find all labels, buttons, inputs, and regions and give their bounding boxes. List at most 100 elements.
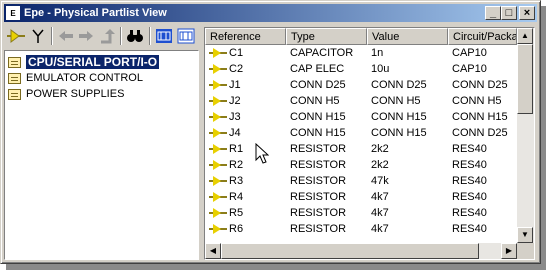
toolbar-separator (149, 27, 151, 45)
pcb-view-icon[interactable] (176, 26, 196, 46)
component-icon (209, 111, 227, 123)
cell-value: 1n (371, 47, 384, 59)
table-row[interactable]: C1 CAPACITOR 1n CAP10 (205, 45, 517, 61)
component-icon (209, 191, 227, 203)
cell-reference: R5 (205, 207, 286, 219)
cell-type: CONN H15 (290, 111, 346, 123)
horizontal-scrollbar[interactable]: ◀ ▶ (205, 243, 517, 259)
tree-item-label: POWER SUPPLIES (26, 88, 125, 100)
cell-reference: R1 (205, 143, 286, 155)
cell-package: RES40 (452, 159, 487, 171)
cell-value: 4k7 (371, 223, 389, 235)
vertical-scrollbar[interactable]: ▲ ▼ (517, 28, 534, 243)
partlist-table: Reference Type Value Circuit/Package C1 C… (204, 27, 535, 260)
net-view-icon[interactable] (28, 26, 48, 46)
cell-package: CONN H15 (452, 111, 508, 123)
tree-item-label: CPU/SERIAL PORT/I-O (26, 55, 160, 69)
cell-package: CONN D25 (452, 127, 508, 139)
cell-type: RESISTOR (290, 143, 347, 155)
cell-value: 4k7 (371, 207, 389, 219)
table-row[interactable]: R3 RESISTOR 47k RES40 (205, 173, 517, 189)
close-button[interactable]: × (519, 6, 535, 20)
cell-type: RESISTOR (290, 223, 347, 235)
table-row[interactable]: C2 CAP ELEC 10u CAP10 (205, 61, 517, 77)
scroll-left-button[interactable]: ◀ (205, 243, 221, 259)
folder-icon (8, 56, 21, 68)
section-tree: CPU/SERIAL PORT/I-O EMULATOR CONTROL POW… (4, 50, 199, 260)
table-row[interactable]: J1 CONN D25 CONN D25 CONN D25 (205, 77, 517, 93)
table-row[interactable]: R5 RESISTOR 4k7 RES40 (205, 205, 517, 221)
cell-type: RESISTOR (290, 207, 347, 219)
reference-text: C1 (229, 47, 244, 59)
cell-type: RESISTOR (290, 175, 347, 187)
forward-arrow-icon[interactable] (76, 26, 96, 46)
window-shadow-bottom (6, 263, 546, 270)
schematic-view-icon[interactable] (154, 26, 174, 46)
cell-type: RESISTOR (290, 191, 347, 203)
app-icon[interactable]: E (6, 6, 20, 20)
scroll-right-button[interactable]: ▶ (501, 243, 517, 259)
scroll-up-button[interactable]: ▲ (517, 28, 533, 44)
title-bar[interactable]: E Epe - Physical Partlist View _ □ × (4, 4, 537, 22)
scrollbar-corner (517, 243, 534, 259)
component-view-icon[interactable] (6, 26, 26, 46)
cell-value: 10u (371, 63, 390, 75)
column-header-type[interactable]: Type (286, 28, 367, 45)
reference-text: R6 (229, 223, 244, 235)
cell-package: RES40 (452, 143, 487, 155)
vertical-scroll-thumb[interactable] (517, 44, 533, 114)
cell-type: CAP ELEC (290, 63, 345, 75)
table-row[interactable]: J2 CONN H5 CONN H5 CONN H5 (205, 93, 517, 109)
reference-text: J1 (229, 79, 241, 91)
cell-type: CONN D25 (290, 79, 346, 91)
table-row[interactable]: R2 RESISTOR 2k2 RES40 (205, 157, 517, 173)
cell-reference: R4 (205, 191, 286, 203)
cell-value: CONN D25 (371, 79, 427, 91)
cell-reference: R3 (205, 175, 286, 187)
cell-package: CAP10 (452, 47, 487, 59)
folder-icon (8, 88, 21, 100)
table-row[interactable]: J3 CONN H15 CONN H15 CONN H15 (205, 109, 517, 125)
cell-reference: C1 (205, 47, 286, 59)
minimize-button[interactable]: _ (485, 6, 501, 20)
scroll-down-button[interactable]: ▼ (517, 227, 533, 243)
cell-reference: J2 (205, 95, 286, 107)
back-arrow-icon[interactable] (56, 26, 76, 46)
cell-type: CONN H5 (290, 95, 340, 107)
cell-reference: C2 (205, 63, 286, 75)
tree-item-cpu-serial-port[interactable]: CPU/SERIAL PORT/I-O (8, 54, 160, 70)
cell-package: CONN D25 (452, 79, 508, 91)
reference-text: J2 (229, 95, 241, 107)
binoculars-find-icon[interactable] (125, 26, 145, 46)
cell-value: 47k (371, 175, 389, 187)
table-row[interactable]: R6 RESISTOR 4k7 RES40 (205, 221, 517, 237)
cell-package: RES40 (452, 175, 487, 187)
up-arrow-icon[interactable] (96, 26, 116, 46)
reference-text: J4 (229, 127, 241, 139)
column-header-circuit-package[interactable]: Circuit/Package (448, 28, 517, 45)
table-row[interactable]: R1 RESISTOR 2k2 RES40 (205, 141, 517, 157)
component-icon (209, 47, 227, 59)
cell-package: CAP10 (452, 63, 487, 75)
tree-item-power-supplies[interactable]: POWER SUPPLIES (8, 86, 124, 102)
horizontal-scroll-thumb[interactable] (221, 243, 479, 259)
table-body: C1 CAPACITOR 1n CAP10 C2 CAP ELEC 10u CAP10 J1 CO… (205, 45, 517, 237)
cell-package: CONN H5 (452, 95, 502, 107)
table-row[interactable]: J4 CONN H15 CONN H15 CONN D25 (205, 125, 517, 141)
reference-text: R1 (229, 143, 244, 155)
component-icon (209, 95, 227, 107)
component-icon (209, 63, 227, 75)
component-icon (209, 207, 227, 219)
column-header-value[interactable]: Value (367, 28, 448, 45)
maximize-button[interactable]: □ (501, 6, 517, 20)
column-header-reference[interactable]: Reference (205, 28, 286, 45)
cell-value: CONN H5 (371, 95, 421, 107)
table-row[interactable]: R4 RESISTOR 4k7 RES40 (205, 189, 517, 205)
toolbar-separator (51, 27, 53, 45)
cell-type: CONN H15 (290, 127, 346, 139)
cell-package: RES40 (452, 223, 487, 235)
reference-text: C2 (229, 63, 244, 75)
component-icon (209, 127, 227, 139)
toolbar-separator (120, 27, 122, 45)
tree-item-emulator-control[interactable]: EMULATOR CONTROL (8, 70, 143, 86)
